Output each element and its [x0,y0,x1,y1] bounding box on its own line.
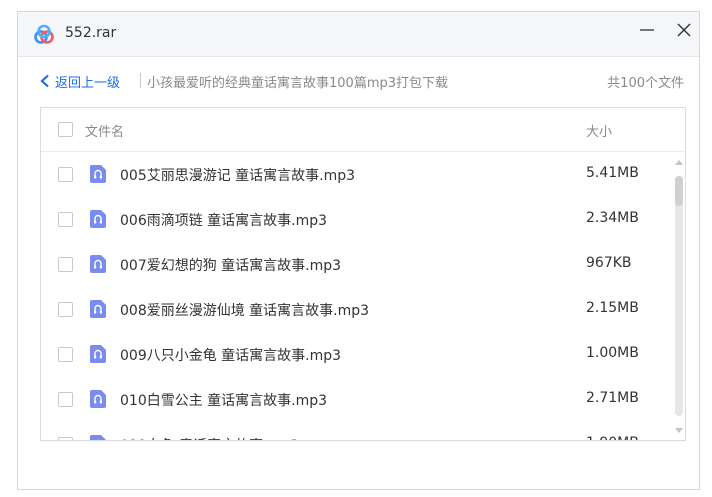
file-name: 005艾丽思漫游记 童话寓言故事.mp3 [120,168,356,184]
file-size: 1.00MB [586,345,639,361]
file-row[interactable]: 007爱幻想的狗 童话寓言故事.mp3 967KB [41,242,671,287]
scrollbar-thumb[interactable] [675,176,683,206]
row-checkbox[interactable] [58,257,73,272]
file-row[interactable]: 010白雪公主 童话寓言故事.mp3 2.71MB [41,377,671,422]
file-name: 009八只小金龟 童话寓言故事.mp3 [120,348,342,364]
chevron-left-icon [40,74,49,88]
scroll-down-arrow-icon[interactable] [675,428,683,433]
file-name: 006雨滴项链 童话寓言故事.mp3 [120,213,328,229]
audio-file-icon [90,255,106,273]
file-name: 011白兔 童话寓言故事.mp3 [120,435,299,440]
select-all-checkbox[interactable] [58,122,73,137]
file-size: 1.90MB [586,435,639,440]
file-row[interactable]: 005艾丽思漫游记 童话寓言故事.mp3 5.41MB [41,152,671,197]
close-icon [677,23,691,37]
audio-file-icon [90,300,106,318]
title-bar: 552.rar [18,12,699,57]
file-size: 2.34MB [586,210,639,226]
nav-divider [140,73,141,88]
audio-file-icon [90,345,106,363]
file-row[interactable]: 011白兔 童话寓言故事.mp3 1.90MB [41,422,671,440]
back-label: 返回上一级 [55,75,121,91]
file-row[interactable]: 009八只小金龟 童话寓言故事.mp3 1.00MB [41,332,671,377]
close-button[interactable] [670,16,698,44]
file-row[interactable]: 008爱丽丝漫游仙境 童话寓言故事.mp3 2.15MB [41,287,671,332]
audio-file-icon [90,390,106,408]
file-rows: 005艾丽思漫游记 童话寓言故事.mp3 5.41MB 006雨滴项链 童话寓言故事… [41,152,671,440]
minimize-button[interactable] [633,16,661,44]
row-checkbox[interactable] [58,437,73,440]
file-count: 共100个文件 [607,76,684,91]
row-checkbox[interactable] [58,347,73,362]
navigation-row: 返回上一级 小孩最爱听的经典童话寓言故事100篇mp3打包下载 共100个文件 [18,70,699,92]
scrollbar-track[interactable] [675,176,683,416]
file-list: 文件名 大小 005艾丽思漫游记 童话寓言故事.mp3 5.41MB 006雨滴项链… [40,107,686,441]
row-checkbox[interactable] [58,392,73,407]
baidu-netdisk-logo [34,24,54,44]
back-button[interactable]: 返回上一级 [39,70,120,92]
file-row[interactable]: 006雨滴项链 童话寓言故事.mp3 2.34MB [41,197,671,242]
row-checkbox[interactable] [58,212,73,227]
column-header-size: 大小 [586,125,613,140]
file-name: 007爱幻想的狗 童话寓言故事.mp3 [120,258,342,274]
file-size: 5.41MB [586,165,639,181]
file-size: 967KB [586,255,632,271]
row-checkbox[interactable] [58,167,73,182]
scroll-up-arrow-icon[interactable] [675,160,683,165]
minimize-icon [640,29,654,31]
row-checkbox[interactable] [58,302,73,317]
file-name: 010白雪公主 童话寓言故事.mp3 [120,393,328,409]
column-header-name: 文件名 [85,125,125,140]
window-title: 552.rar [65,25,117,41]
list-header: 文件名 大小 [41,108,685,152]
audio-file-icon [90,210,106,228]
archive-window: 552.rar 返回上一级 小孩最爱听的经典童话寓言故事100篇mp3打包下载 … [17,11,700,490]
breadcrumb-path: 小孩最爱听的经典童话寓言故事100篇mp3打包下载 [147,76,448,91]
file-name: 008爱丽丝漫游仙境 童话寓言故事.mp3 [120,303,370,319]
file-size: 2.15MB [586,300,639,316]
audio-file-icon [90,165,106,183]
file-size: 2.71MB [586,390,639,406]
audio-file-icon [90,435,106,440]
scrollbar[interactable] [671,152,685,440]
